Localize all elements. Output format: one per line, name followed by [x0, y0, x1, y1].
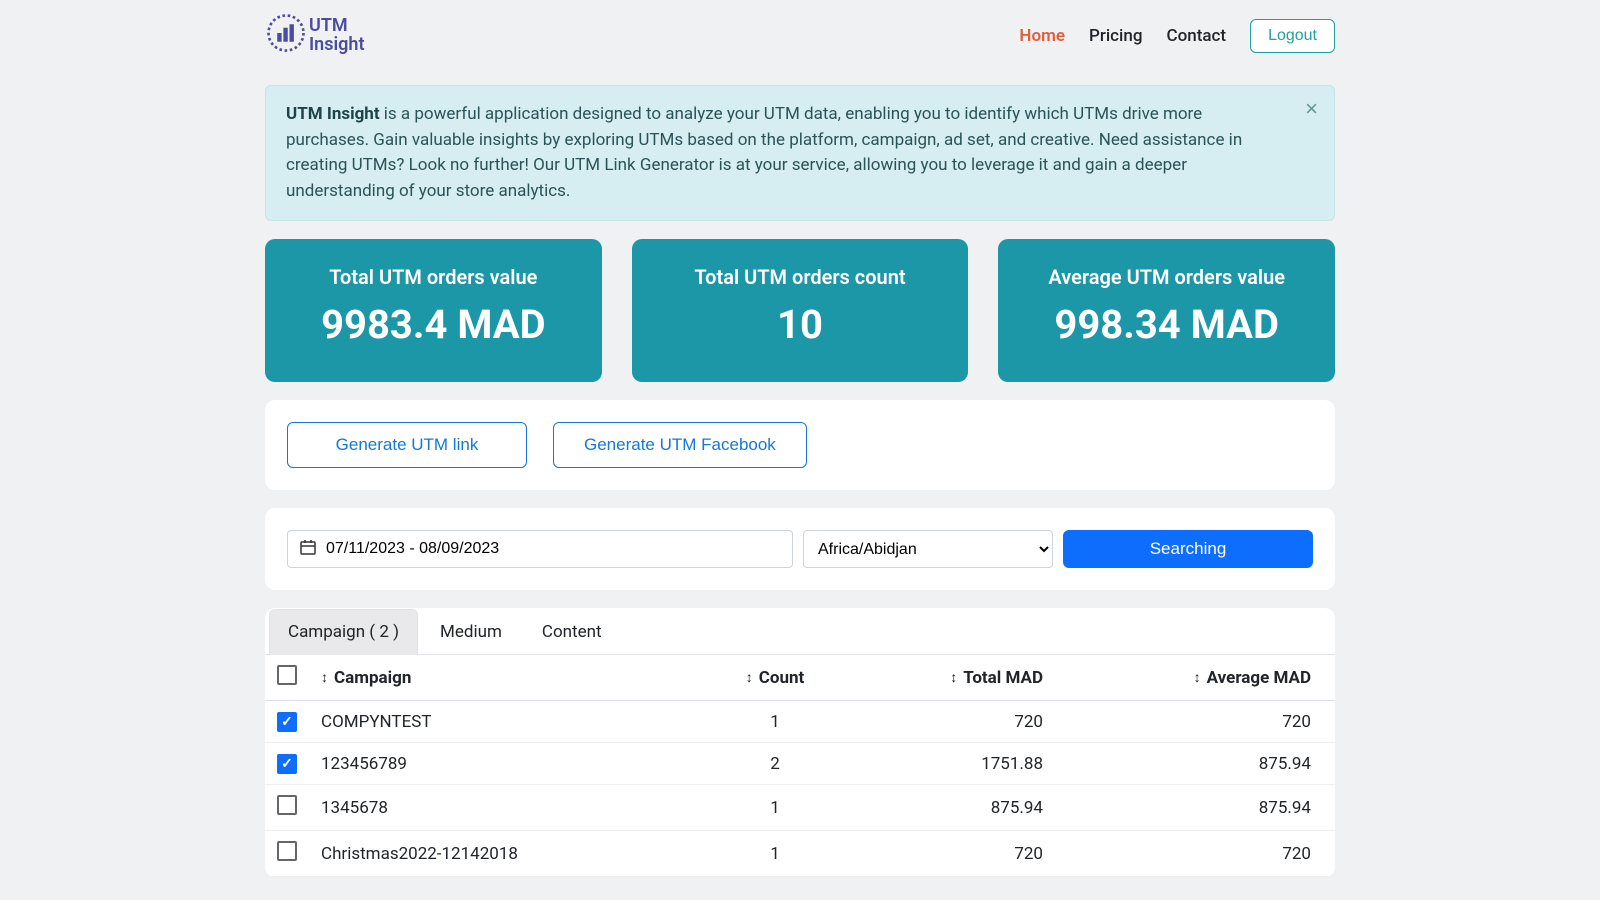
cell-average: 875.94 [1055, 785, 1335, 831]
filter-panel: Africa/Abidjan Searching [265, 508, 1335, 590]
primary-nav: Home Pricing Contact Logout [1019, 19, 1335, 53]
row-checkbox[interactable]: ✓ [277, 712, 297, 732]
brand-logo[interactable]: UTM Insight [265, 12, 365, 59]
sort-icon: ↕ [1194, 671, 1201, 685]
table-row: 13456781875.94875.94 [265, 785, 1335, 831]
cell-count: 1 [705, 701, 845, 743]
tab-medium[interactable]: Medium [422, 610, 520, 654]
logout-button[interactable]: Logout [1250, 19, 1335, 53]
header-count-label: Count [759, 668, 805, 688]
nav-home[interactable]: Home [1019, 26, 1065, 46]
nav-pricing[interactable]: Pricing [1089, 26, 1143, 46]
card-value: 10 [642, 301, 959, 348]
cell-campaign: 1345678 [309, 785, 705, 831]
row-checkbox[interactable] [277, 795, 297, 815]
results-panel: Campaign ( 2 ) Medium Content ↕ Campaign … [265, 608, 1335, 877]
cell-average: 875.94 [1055, 743, 1335, 785]
card-label: Total UTM orders value [275, 265, 592, 289]
generator-panel: Generate UTM link Generate UTM Facebook [265, 400, 1335, 490]
close-banner-button[interactable]: × [1305, 98, 1318, 120]
card-total-count: Total UTM orders count 10 [632, 239, 969, 382]
cell-total: 875.94 [845, 785, 1055, 831]
date-range-input[interactable] [326, 540, 780, 558]
cell-total: 720 [845, 701, 1055, 743]
timezone-select[interactable]: Africa/Abidjan [803, 530, 1053, 568]
header: UTM Insight Home Pricing Contact Logout [265, 0, 1335, 71]
brand-line2: Insight [309, 36, 365, 55]
header-total-label: Total MAD [963, 668, 1043, 688]
header-count[interactable]: ↕ Count [705, 655, 845, 701]
nav-contact[interactable]: Contact [1166, 26, 1226, 46]
stats-cards: Total UTM orders value 9983.4 MAD Total … [265, 239, 1335, 382]
search-button[interactable]: Searching [1063, 530, 1313, 568]
generate-utm-facebook-button[interactable]: Generate UTM Facebook [553, 422, 807, 468]
card-value: 9983.4 MAD [275, 301, 592, 348]
tabs: Campaign ( 2 ) Medium Content [265, 608, 1335, 655]
sort-icon: ↕ [746, 671, 753, 685]
sort-icon: ↕ [950, 671, 957, 685]
cell-campaign: COMPYNTEST [309, 701, 705, 743]
card-value: 998.34 MAD [1008, 301, 1325, 348]
banner-bold: UTM Insight [286, 104, 380, 124]
header-campaign[interactable]: ↕ Campaign [309, 655, 705, 701]
cell-campaign: 123456789 [309, 743, 705, 785]
card-average-value: Average UTM orders value 998.34 MAD [998, 239, 1335, 382]
banner-body: is a powerful application designed to an… [286, 104, 1242, 201]
cell-campaign: Christmas2022-12142018 [309, 831, 705, 877]
header-total[interactable]: ↕ Total MAD [845, 655, 1055, 701]
tab-content[interactable]: Content [524, 610, 620, 654]
header-campaign-label: Campaign [334, 668, 411, 688]
cell-total: 720 [845, 831, 1055, 877]
date-range-field[interactable] [287, 530, 793, 568]
row-checkbox[interactable]: ✓ [277, 754, 297, 774]
cell-average: 720 [1055, 701, 1335, 743]
header-average[interactable]: ↕ Average MAD [1055, 655, 1335, 701]
card-total-value: Total UTM orders value 9983.4 MAD [265, 239, 602, 382]
header-average-label: Average MAD [1207, 668, 1311, 688]
cell-total: 1751.88 [845, 743, 1055, 785]
cell-average: 720 [1055, 831, 1335, 877]
generate-utm-link-button[interactable]: Generate UTM link [287, 422, 527, 468]
table-row: ✓ 12345678921751.88875.94 [265, 743, 1335, 785]
cell-count: 1 [705, 785, 845, 831]
cell-count: 1 [705, 831, 845, 877]
table-row: ✓COMPYNTEST1720720 [265, 701, 1335, 743]
card-label: Average UTM orders value [1008, 265, 1325, 289]
card-label: Total UTM orders count [642, 265, 959, 289]
row-checkbox[interactable] [277, 841, 297, 861]
cell-count: 2 [705, 743, 845, 785]
table-row: Christmas2022-121420181720720 [265, 831, 1335, 877]
sort-icon: ↕ [321, 671, 328, 685]
logo-icon [265, 12, 307, 59]
info-banner: UTM Insight is a powerful application de… [265, 85, 1335, 221]
calendar-icon [300, 539, 316, 559]
results-table: ↕ Campaign ↕ Count ↕ Total MAD ↕ Average MAD… [265, 655, 1335, 877]
tab-campaign[interactable]: Campaign ( 2 ) [269, 609, 418, 655]
select-all-checkbox[interactable] [277, 665, 297, 685]
close-icon: × [1305, 96, 1318, 121]
brand-line1: UTM [309, 17, 365, 36]
